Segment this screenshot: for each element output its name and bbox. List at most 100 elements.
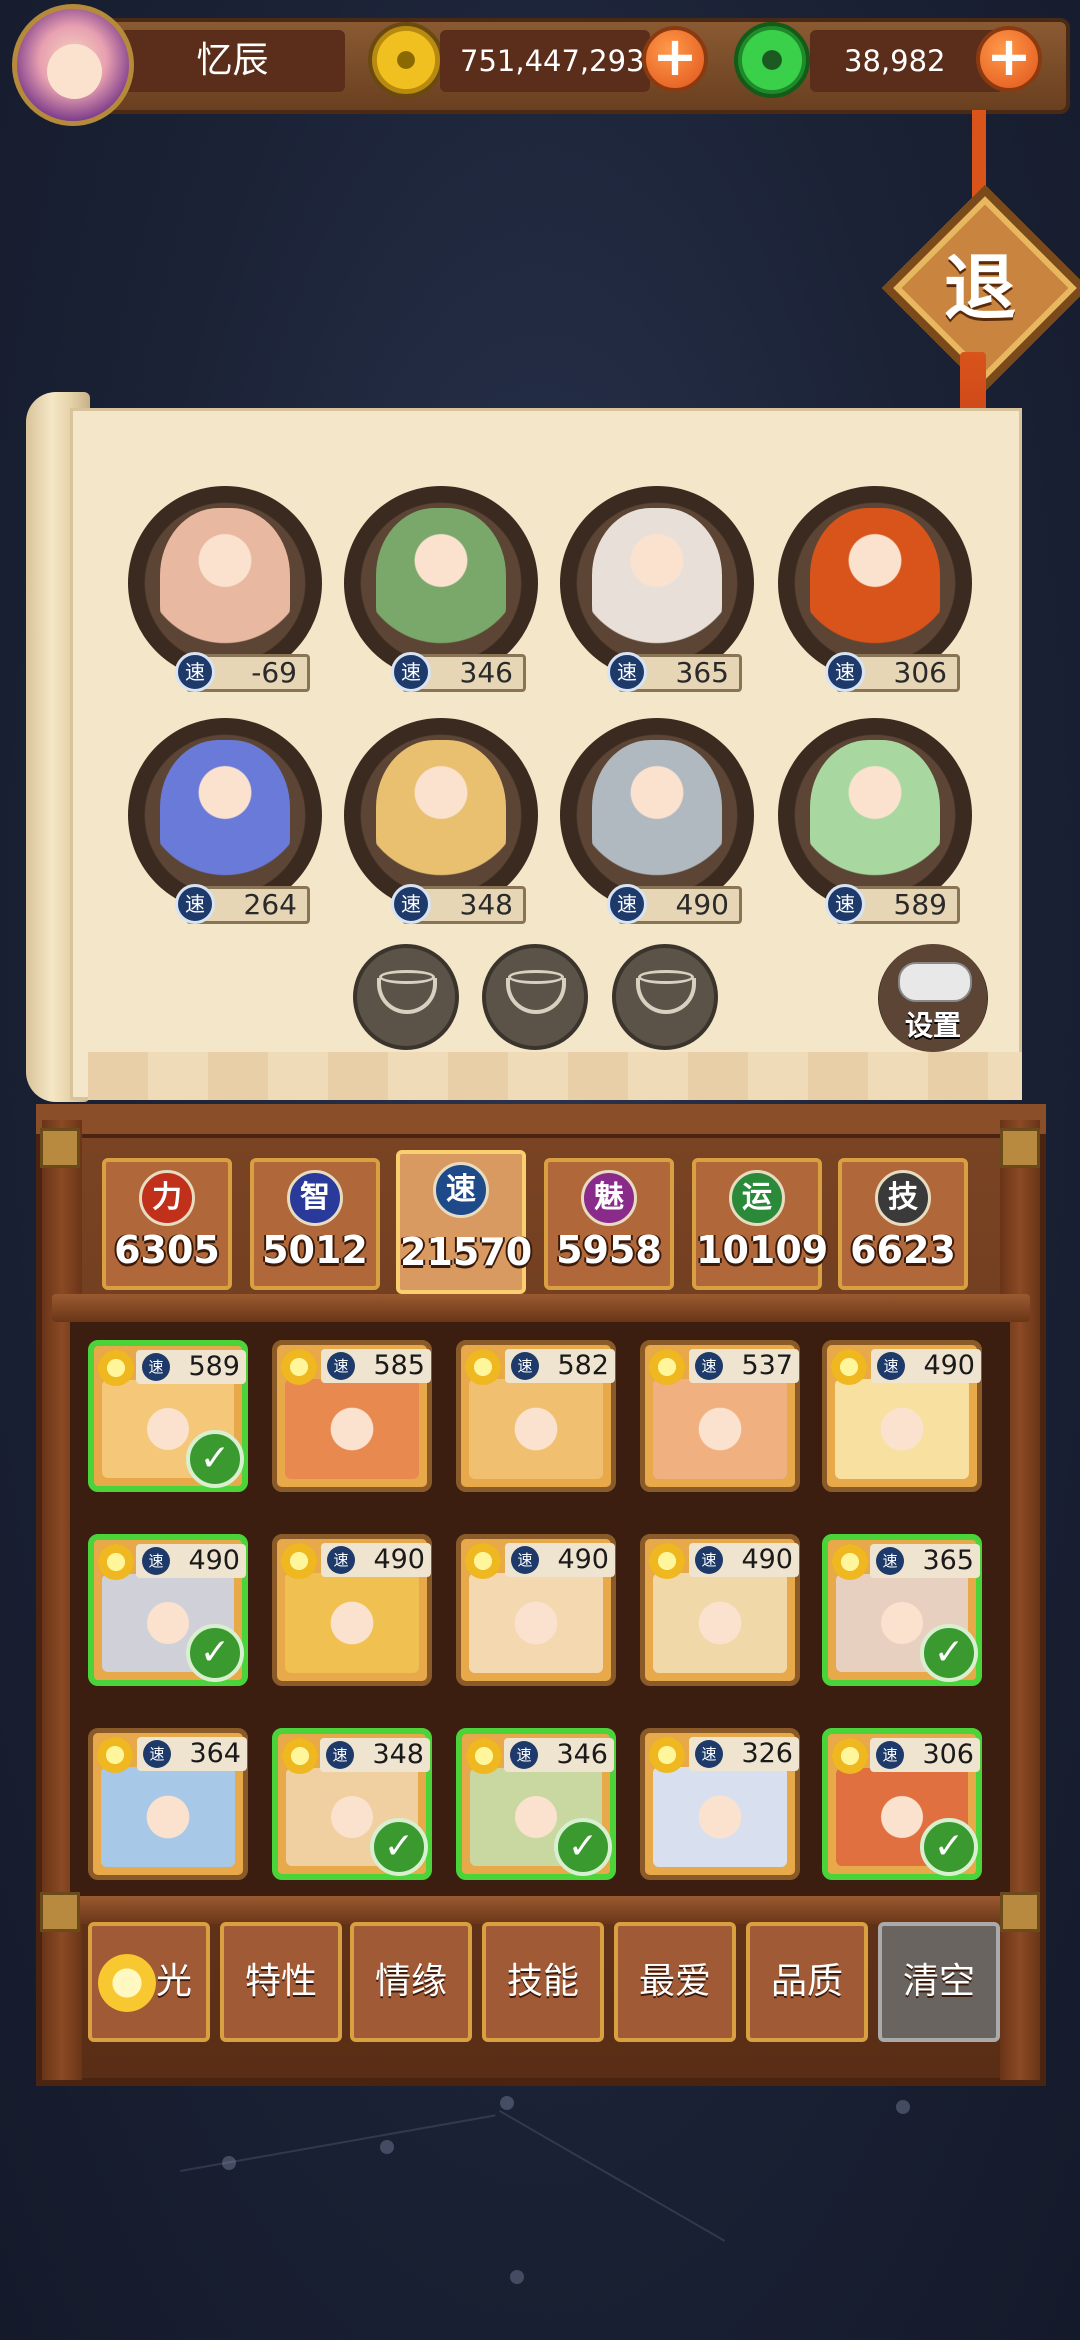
hero-portrait (810, 740, 940, 890)
character-speed-value: 364 (189, 1738, 241, 1769)
character-speed-value: 490 (741, 1544, 793, 1575)
speed-icon: 速 (511, 1546, 539, 1574)
add-jade-button[interactable]: + (976, 26, 1042, 92)
character-speed-value: 306 (922, 1739, 974, 1770)
star-rank-icon (465, 1543, 501, 1579)
clear-filter-button[interactable]: 清空 (878, 1922, 1000, 2042)
star-rank-icon (832, 1544, 868, 1580)
character-speed-value: 490 (557, 1544, 609, 1575)
character-speed-badge: 速 490 (136, 1544, 246, 1578)
exit-label[interactable]: 退 (930, 238, 1030, 338)
filter-skill-button[interactable]: 技能 (482, 1922, 604, 2042)
speed-icon: 速 (142, 1547, 170, 1575)
stat-tab-0[interactable]: 力 6305 (102, 1158, 232, 1290)
character-card[interactable]: 速 585 (272, 1340, 432, 1492)
team-hero-slot[interactable] (344, 718, 538, 912)
character-card[interactable]: 速 326 (640, 1728, 800, 1880)
hero-portrait (376, 740, 506, 890)
team-hero-slot[interactable] (560, 718, 754, 912)
hero-speed-tag: 速 589 (825, 884, 960, 924)
filter-label: 清空 (902, 1961, 975, 2002)
empty-slot-bowl-icon[interactable] (612, 944, 718, 1050)
hero-speed-tag: 速 490 (607, 884, 742, 924)
stat-value: 10109 (696, 1228, 829, 1272)
star-rank-icon (97, 1737, 133, 1773)
speed-icon: 速 (327, 1352, 355, 1380)
speed-icon: 速 (175, 884, 215, 924)
filter-favorite-button[interactable]: 最爱 (614, 1922, 736, 2042)
hero-speed-tag: 速 346 (391, 652, 526, 692)
hero-speed-value: 306 (893, 656, 947, 689)
character-card[interactable]: 速 365 ✓ (822, 1534, 982, 1686)
character-portrait (285, 1379, 419, 1479)
hero-speed-tag: 速 264 (175, 884, 310, 924)
empty-slot-bowl-icon[interactable] (482, 944, 588, 1050)
filter-quality-button[interactable]: 品质 (746, 1922, 868, 2042)
character-speed-value: 348 (372, 1739, 424, 1770)
hero-speed-tag: 速 -69 (175, 652, 310, 692)
team-hero-slot[interactable] (778, 486, 972, 680)
filter-trait-button[interactable]: 特性 (220, 1922, 342, 2042)
team-hero-slot[interactable] (128, 486, 322, 680)
character-card[interactable]: 速 490 (640, 1534, 800, 1686)
character-card[interactable]: 速 490 (456, 1534, 616, 1686)
character-card[interactable]: 速 582 (456, 1340, 616, 1492)
stat-value: 5012 (262, 1228, 368, 1272)
filter-light-button[interactable]: 光 (88, 1922, 210, 2042)
player-name: 忆辰 (120, 30, 345, 92)
player-avatar[interactable] (12, 4, 134, 126)
stat-tab-4[interactable]: 运 10109 (692, 1158, 829, 1290)
filter-label: 情缘 (374, 1961, 447, 2002)
character-speed-badge: 速 365 (870, 1544, 980, 1578)
character-speed-badge: 速 490 (321, 1543, 431, 1577)
character-card[interactable]: 速 537 (640, 1340, 800, 1492)
team-hero-slot[interactable] (560, 486, 754, 680)
character-portrait (101, 1767, 235, 1867)
shelf (52, 1896, 1030, 1924)
star-rank-icon (466, 1738, 502, 1774)
stat-tab-1[interactable]: 智 5012 (250, 1158, 380, 1290)
character-card[interactable]: 速 306 ✓ (822, 1728, 982, 1880)
character-portrait (653, 1379, 787, 1479)
stat-tab-5[interactable]: 技 6623 (838, 1158, 968, 1290)
stat-icon: 技 (875, 1170, 931, 1226)
stat-tab-2[interactable]: 速 21570 (396, 1150, 532, 1294)
hero-speed-value: 264 (243, 888, 297, 921)
hero-speed-value: 365 (675, 656, 729, 689)
speed-icon: 速 (695, 1352, 723, 1380)
character-card[interactable]: 速 346 ✓ (456, 1728, 616, 1880)
star-rank-icon (282, 1738, 318, 1774)
hero-portrait (160, 740, 290, 890)
empty-slot-bowl-icon[interactable] (353, 944, 459, 1050)
settings-button[interactable]: 设置 (878, 944, 988, 1052)
character-card[interactable]: 速 490 ✓ (88, 1534, 248, 1686)
speed-icon: 速 (825, 884, 865, 924)
stat-tab-3[interactable]: 魅 5958 (544, 1158, 674, 1290)
filter-label: 技能 (506, 1961, 579, 2002)
gold-coin-icon (368, 22, 444, 98)
team-hero-slot[interactable] (128, 718, 322, 912)
character-card[interactable]: 速 490 (272, 1534, 432, 1686)
hero-portrait (160, 508, 290, 658)
team-hero-slot[interactable] (778, 718, 972, 912)
character-card[interactable]: 速 490 (822, 1340, 982, 1492)
character-speed-badge: 速 326 (689, 1737, 799, 1771)
shelf (52, 1294, 1030, 1322)
character-speed-value: 346 (556, 1739, 608, 1770)
speed-icon: 速 (825, 652, 865, 692)
speed-icon: 速 (326, 1741, 354, 1769)
selected-check-icon: ✓ (370, 1818, 428, 1876)
speed-icon: 速 (510, 1741, 538, 1769)
stat-icon: 魅 (581, 1170, 637, 1226)
team-hero-slot[interactable] (344, 486, 538, 680)
add-gold-button[interactable]: + (642, 26, 708, 92)
hero-speed-value: 346 (459, 656, 513, 689)
character-card[interactable]: 速 364 (88, 1728, 248, 1880)
speed-icon: 速 (511, 1352, 539, 1380)
stat-icon: 速 (433, 1162, 489, 1218)
character-card[interactable]: 速 589 ✓ (88, 1340, 248, 1492)
filter-bond-button[interactable]: 情缘 (350, 1922, 472, 2042)
character-card[interactable]: 速 348 ✓ (272, 1728, 432, 1880)
character-speed-value: 490 (373, 1544, 425, 1575)
hero-speed-tag: 速 306 (825, 652, 960, 692)
